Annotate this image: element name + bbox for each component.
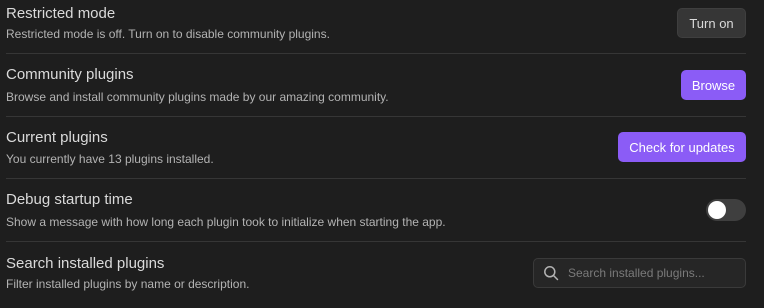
- check-for-updates-button[interactable]: Check for updates: [618, 132, 746, 162]
- search-box[interactable]: [533, 258, 746, 288]
- search-installed-plugins-input[interactable]: [568, 259, 738, 287]
- setting-description: Show a message with how long each plugin…: [6, 215, 446, 229]
- setting-name: Community plugins: [6, 66, 134, 83]
- setting-description: Restricted mode is off. Turn on to disab…: [6, 27, 330, 41]
- setting-description: Filter installed plugins by name or desc…: [6, 277, 250, 291]
- setting-community-plugins: Community plugins Browse and install com…: [0, 54, 764, 116]
- setting-description: You currently have 13 plugins installed.: [6, 152, 214, 166]
- setting-description: Browse and install community plugins mad…: [6, 90, 389, 104]
- turn-on-restricted-mode-button[interactable]: Turn on: [677, 8, 746, 38]
- setting-name: Restricted mode: [6, 5, 116, 22]
- setting-name: Debug startup time: [6, 191, 133, 208]
- browse-community-plugins-button[interactable]: Browse: [681, 70, 746, 100]
- setting-restricted-mode: Restricted mode Restricted mode is off. …: [0, 0, 764, 53]
- community-plugins-settings: Restricted mode Restricted mode is off. …: [0, 0, 764, 308]
- setting-current-plugins: Current plugins You currently have 13 pl…: [0, 117, 764, 178]
- toggle-knob: [708, 201, 726, 219]
- debug-startup-time-toggle[interactable]: [706, 199, 746, 221]
- setting-debug-startup-time: Debug startup time Show a message with h…: [0, 179, 764, 241]
- setting-search-installed-plugins: Search installed plugins Filter installe…: [0, 242, 764, 308]
- search-icon: [544, 266, 559, 281]
- setting-name: Current plugins: [6, 129, 108, 146]
- setting-name: Search installed plugins: [6, 255, 165, 272]
